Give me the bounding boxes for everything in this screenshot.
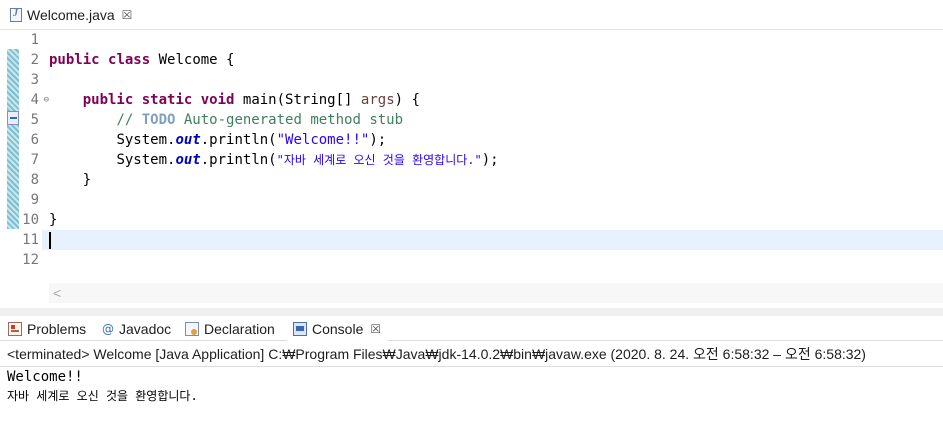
string-literal: "Welcome!!" bbox=[276, 132, 370, 148]
editor-tab-welcome-java[interactable]: Welcome.java ☒ bbox=[4, 3, 141, 27]
static-field: out bbox=[175, 152, 201, 168]
code-line-8: } bbox=[49, 170, 943, 190]
code-text: ); bbox=[369, 132, 387, 148]
string-literal: "자바 세계로 오신 것을 환영합니다." bbox=[276, 153, 482, 167]
close-icon[interactable]: ☒ bbox=[370, 322, 381, 336]
panel-divider[interactable] bbox=[0, 308, 943, 316]
code-editor[interactable]: 1 2 3 4 ⊖ 5 6 7 8 9 10 11 12 public class… bbox=[0, 30, 943, 308]
keyword: public bbox=[82, 92, 134, 108]
code-line-10: } bbox=[49, 210, 943, 230]
line-number-gutter: 1 2 3 4 ⊖ 5 6 7 8 9 10 11 12 bbox=[19, 30, 49, 270]
tab-label: Console bbox=[312, 320, 364, 337]
code-text: .println( bbox=[200, 132, 277, 148]
java-file-icon bbox=[10, 8, 22, 22]
todo-tag: TODO bbox=[141, 112, 176, 128]
code-line-7: System.out.println("자바 세계로 오신 것을 환영합니다."… bbox=[49, 150, 943, 170]
keyword: public bbox=[49, 52, 100, 68]
code-text: ) { bbox=[394, 92, 420, 108]
code-line-6: System.out.println("Welcome!!"); bbox=[49, 130, 943, 150]
change-ruler bbox=[7, 49, 19, 229]
line-number: 12 bbox=[22, 252, 39, 268]
line-number: 6 bbox=[30, 132, 39, 148]
line-number: 5 bbox=[30, 112, 39, 128]
console-process-label: <terminated> Welcome [Java Application] … bbox=[0, 342, 943, 367]
console-output-line: 자바 세계로 오신 것을 환영합니다. bbox=[7, 389, 198, 403]
line-number: 9 bbox=[30, 192, 39, 208]
code-text: } bbox=[82, 172, 92, 188]
parameter: args bbox=[360, 92, 395, 108]
line-number-row: 4 ⊖ bbox=[19, 90, 49, 110]
javadoc-icon: @ bbox=[102, 321, 114, 336]
scroll-left-icon[interactable]: < bbox=[53, 283, 61, 303]
code-line-5: // TODO Auto-generated method stub bbox=[49, 110, 943, 130]
static-field: out bbox=[175, 132, 201, 148]
tab-console[interactable]: Console ☒ bbox=[287, 316, 388, 341]
line-number: 3 bbox=[30, 72, 39, 88]
text-caret bbox=[49, 232, 51, 249]
editor-tab-label: Welcome.java bbox=[27, 7, 115, 23]
line-number: 4 bbox=[30, 92, 39, 108]
tab-label: Problems bbox=[27, 320, 87, 337]
tab-declaration[interactable]: Declaration bbox=[179, 316, 281, 341]
keyword: class bbox=[108, 52, 151, 68]
declaration-icon bbox=[185, 321, 199, 336]
console-output-line: Welcome!! bbox=[7, 369, 83, 385]
line-number: 7 bbox=[30, 152, 39, 168]
line-number: 11 bbox=[22, 232, 39, 248]
comment: Auto-generated method stub bbox=[175, 112, 404, 128]
tab-label: Javadoc bbox=[119, 320, 172, 337]
code-text: System. bbox=[116, 152, 176, 168]
horizontal-scrollbar[interactable]: < bbox=[49, 283, 943, 303]
line-number: 1 bbox=[30, 32, 39, 48]
editor-tab-bar: Welcome.java ☒ bbox=[0, 0, 943, 30]
view-tab-bar: Problems @ Javadoc Declaration Console ☒ bbox=[0, 316, 943, 341]
line-number: 10 bbox=[22, 212, 39, 228]
line-number: 8 bbox=[30, 172, 39, 188]
code-text: .println( bbox=[200, 152, 277, 168]
console-output[interactable]: Welcome!! 자바 세계로 오신 것을 환영합니다. bbox=[0, 367, 943, 434]
line-number: 2 bbox=[30, 52, 39, 68]
tab-javadoc[interactable]: @ Javadoc bbox=[96, 316, 177, 341]
comment: // bbox=[116, 112, 142, 128]
code-text: ); bbox=[481, 152, 499, 168]
code-line-2: public class Welcome { bbox=[49, 50, 943, 70]
code-text: System. bbox=[116, 132, 176, 148]
tab-problems[interactable]: Problems bbox=[2, 316, 92, 341]
console-icon bbox=[293, 321, 307, 336]
code-text: Welcome { bbox=[150, 52, 235, 68]
keyword: static bbox=[141, 92, 193, 108]
code-text: } bbox=[49, 212, 58, 228]
keyword: void bbox=[200, 92, 235, 108]
problems-icon bbox=[8, 321, 22, 336]
code-area[interactable]: public class Welcome { public static voi… bbox=[49, 30, 943, 270]
code-line-4: public static void main(String[] args) { bbox=[49, 90, 943, 110]
close-icon[interactable]: ☒ bbox=[122, 8, 133, 22]
tab-label: Declaration bbox=[204, 320, 275, 337]
code-text: main(String[] bbox=[234, 92, 361, 108]
task-marker-icon[interactable] bbox=[7, 111, 19, 125]
